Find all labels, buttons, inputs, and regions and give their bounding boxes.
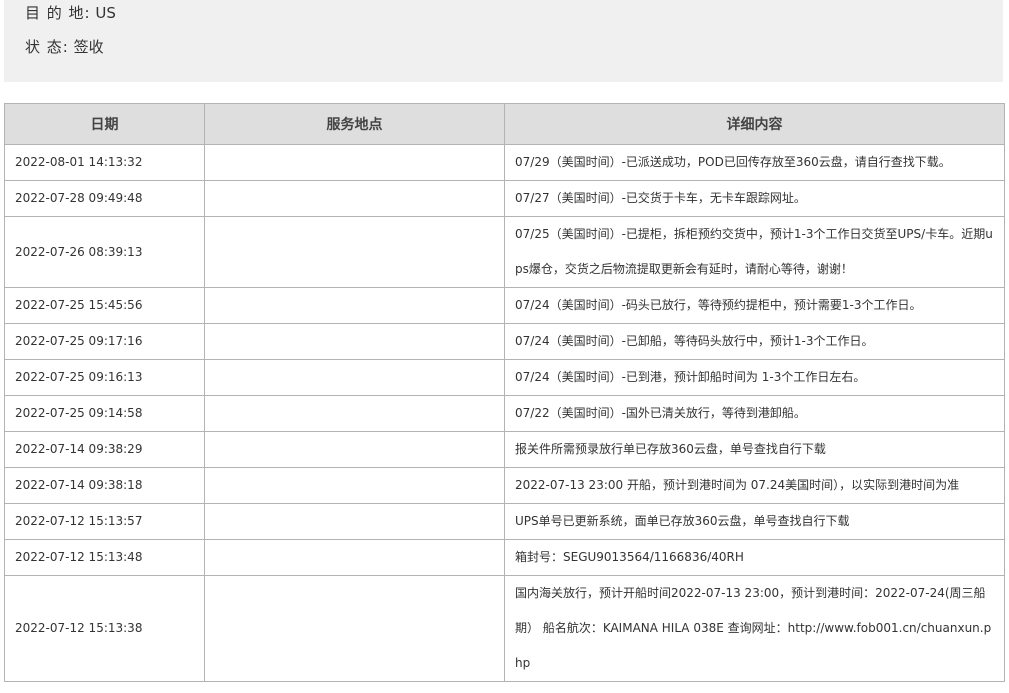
cell-detail: 07/22（美国时间）-国外已清关放行，等待到港卸船。 bbox=[504, 395, 1005, 432]
cell-detail: 07/24（美国时间）-码头已放行，等待预约提柜中，预计需要1-3个工作日。 bbox=[504, 287, 1005, 324]
cell-date: 2022-08-01 14:13:32 bbox=[4, 144, 205, 181]
cell-date: 2022-07-25 15:45:56 bbox=[4, 287, 205, 324]
cell-detail: 07/29（美国时间）-已派送成功，POD已回传存放至360云盘，请自行查找下载… bbox=[504, 144, 1005, 181]
header-location: 服务地点 bbox=[204, 103, 505, 145]
table-row: 2022-07-12 15:13:57 UPS单号已更新系统，面单已存放360云盘… bbox=[4, 503, 1005, 540]
table-row: 2022-07-12 15:13:38 国内海关放行，预计开船时间2022-07-… bbox=[4, 575, 1005, 682]
cell-detail: 07/27（美国时间）-已交货于卡车，无卡车跟踪网址。 bbox=[504, 180, 1005, 217]
cell-location bbox=[204, 503, 505, 540]
cell-date: 2022-07-25 09:16:13 bbox=[4, 359, 205, 396]
cell-location bbox=[204, 216, 505, 288]
cell-detail: 国内海关放行，预计开船时间2022-07-13 23:00，预计到港时间：202… bbox=[504, 575, 1005, 682]
cell-date: 2022-07-12 15:13:38 bbox=[4, 575, 205, 682]
status-label: 状 态: bbox=[25, 38, 69, 56]
cell-location bbox=[204, 180, 505, 217]
table-row: 2022-08-01 14:13:32 07/29（美国时间）-已派送成功，POD… bbox=[4, 144, 1005, 181]
table-row: 2022-07-25 09:14:58 07/22（美国时间）-国外已清关放行，等… bbox=[4, 395, 1005, 432]
cell-date: 2022-07-28 09:49:48 bbox=[4, 180, 205, 217]
header-date: 日期 bbox=[4, 103, 205, 145]
cell-date: 2022-07-25 09:14:58 bbox=[4, 395, 205, 432]
cell-date: 2022-07-14 09:38:29 bbox=[4, 431, 205, 468]
status-line: 状 态: 签收 bbox=[25, 36, 104, 57]
cell-detail: 07/25（美国时间）-已提柜，拆柜预约交货中，预计1-3个工作日交货至UPS/… bbox=[504, 216, 1005, 288]
table-row: 2022-07-25 09:16:13 07/24（美国时间）-已到港，预计卸船时… bbox=[4, 359, 1005, 396]
tracking-table: 日期 服务地点 详细内容 2022-08-01 14:13:32 07/29（美国… bbox=[4, 103, 1005, 682]
cell-detail: 07/24（美国时间）-已到港，预计卸船时间为 1-3个工作日左右。 bbox=[504, 359, 1005, 396]
status-value: 签收 bbox=[73, 38, 104, 56]
cell-date: 2022-07-25 09:17:16 bbox=[4, 323, 205, 360]
header-detail: 详细内容 bbox=[504, 103, 1005, 145]
cell-detail: 箱封号：SEGU9013564/1166836/40RH bbox=[504, 539, 1005, 576]
table-row: 2022-07-14 09:38:18 2022-07-13 23:00 开船，预… bbox=[4, 467, 1005, 504]
table-row: 2022-07-25 09:17:16 07/24（美国时间）-已卸船，等待码头放… bbox=[4, 323, 1005, 360]
cell-location bbox=[204, 395, 505, 432]
cell-date: 2022-07-14 09:38:18 bbox=[4, 467, 205, 504]
cell-location bbox=[204, 539, 505, 576]
table-row: 2022-07-26 08:39:13 07/25（美国时间）-已提柜，拆柜预约交… bbox=[4, 216, 1005, 288]
cell-detail: UPS单号已更新系统，面单已存放360云盘，单号查找自行下载 bbox=[504, 503, 1005, 540]
cell-location bbox=[204, 575, 505, 682]
table-row: 2022-07-14 09:38:29 报关件所需预录放行单已存放360云盘，单号… bbox=[4, 431, 1005, 468]
destination-value: US bbox=[95, 4, 116, 22]
cell-date: 2022-07-12 15:13:57 bbox=[4, 503, 205, 540]
shipment-info-panel: 目 的 地: US 状 态: 签收 bbox=[4, 0, 1003, 82]
cell-date: 2022-07-26 08:39:13 bbox=[4, 216, 205, 288]
cell-detail: 报关件所需预录放行单已存放360云盘，单号查找自行下载 bbox=[504, 431, 1005, 468]
cell-detail: 2022-07-13 23:00 开船，预计到港时间为 07.24美国时间），以… bbox=[504, 467, 1005, 504]
table-header-row: 日期 服务地点 详细内容 bbox=[4, 103, 1005, 145]
cell-location bbox=[204, 467, 505, 504]
destination-line: 目 的 地: US bbox=[25, 2, 116, 23]
cell-detail: 07/24（美国时间）-已卸船，等待码头放行中，预计1-3个工作日。 bbox=[504, 323, 1005, 360]
cell-date: 2022-07-12 15:13:48 bbox=[4, 539, 205, 576]
cell-location bbox=[204, 359, 505, 396]
table-row: 2022-07-12 15:13:48 箱封号：SEGU9013564/11668… bbox=[4, 539, 1005, 576]
table-row: 2022-07-25 15:45:56 07/24（美国时间）-码头已放行，等待预… bbox=[4, 287, 1005, 324]
destination-label: 目 的 地: bbox=[25, 4, 91, 22]
table-row: 2022-07-28 09:49:48 07/27（美国时间）-已交货于卡车，无卡… bbox=[4, 180, 1005, 217]
cell-location bbox=[204, 287, 505, 324]
cell-location bbox=[204, 144, 505, 181]
cell-location bbox=[204, 431, 505, 468]
cell-location bbox=[204, 323, 505, 360]
